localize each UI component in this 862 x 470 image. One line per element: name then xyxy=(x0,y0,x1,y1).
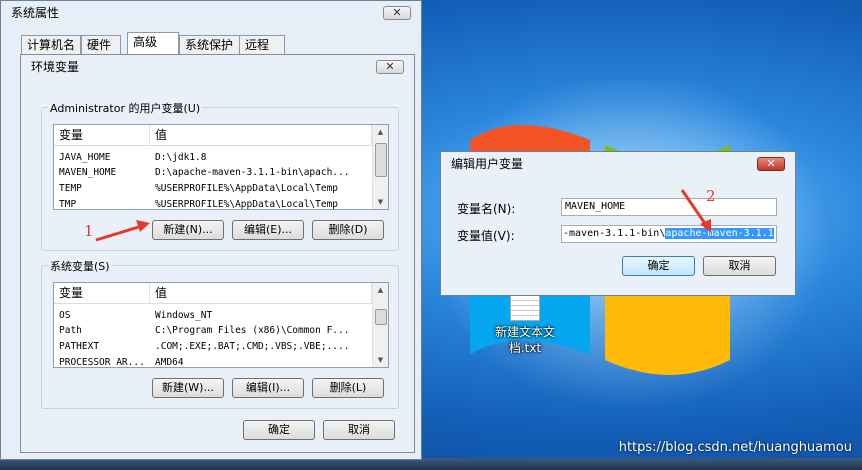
cancel-button[interactable]: 取消 xyxy=(703,256,776,276)
close-button[interactable]: ✕ xyxy=(383,6,411,20)
environment-variables-titlebar[interactable]: 环境变量 ✕ xyxy=(21,55,414,79)
cancel-button[interactable]: 取消 xyxy=(323,420,395,440)
variable-value-field[interactable]: -maven-3.1.1-bin\apache-maven-3.1.1 xyxy=(561,225,777,243)
vertical-scrollbar[interactable]: ▲ ▼ xyxy=(372,125,388,209)
edit-user-variable-titlebar[interactable]: 编辑用户变量 ✕ xyxy=(441,152,795,176)
tab-advanced[interactable]: 高级 xyxy=(127,32,179,54)
scroll-down-icon[interactable]: ▼ xyxy=(373,195,388,209)
var-name: MAVEN_HOME xyxy=(59,167,117,178)
var-value: Windows_NT xyxy=(155,310,213,321)
list-item[interactable]: PROCESSOR_AR... AMD64 xyxy=(54,355,388,368)
var-value: %USERPROFILE%\AppData\Local\Temp xyxy=(155,199,339,210)
user-variables-list[interactable]: 变量 值 JAVA_HOME D:\jdk1.8 MAVEN_HOME D:\a… xyxy=(53,124,389,210)
column-header-name[interactable]: 变量 xyxy=(54,125,150,145)
var-name: PROCESSOR_AR... xyxy=(59,357,145,368)
list-item[interactable]: MAVEN_HOME D:\apache-maven-3.1.1-bin\apa… xyxy=(54,165,388,180)
variable-value-label: 变量值(V): xyxy=(457,229,515,243)
annotation-number-2: 2 xyxy=(706,187,716,205)
list-item[interactable]: TMP %USERPROFILE%\AppData\Local\Temp xyxy=(54,197,388,210)
variable-name-field[interactable]: MAVEN_HOME xyxy=(561,198,777,216)
system-properties-titlebar[interactable]: 系统属性 ✕ xyxy=(1,1,421,25)
environment-variables-title: 环境变量 xyxy=(31,60,80,74)
var-value: C:\Program Files (x86)\Common F... xyxy=(155,325,350,336)
list-item[interactable]: JAVA_HOME D:\jdk1.8 xyxy=(54,150,388,165)
var-value: AMD64 xyxy=(155,357,184,368)
user-delete-button[interactable]: 删除(D) xyxy=(312,220,384,240)
system-delete-button[interactable]: 删除(L) xyxy=(312,378,384,398)
var-value: D:\jdk1.8 xyxy=(155,152,207,163)
vertical-scrollbar[interactable]: ▲ ▼ xyxy=(372,283,388,367)
system-variables-list[interactable]: 变量 值 OS Windows_NT Path C:\Program Files… xyxy=(53,282,389,368)
system-edit-button[interactable]: 编辑(I)... xyxy=(232,378,304,398)
annotation-number-1: 1 xyxy=(84,222,94,240)
scroll-down-icon[interactable]: ▼ xyxy=(373,353,388,367)
var-value: D:\apache-maven-3.1.1-bin\apach... xyxy=(155,167,350,178)
tab-system-protection[interactable]: 系统保护 xyxy=(179,35,241,54)
var-name: TMP xyxy=(59,199,77,210)
column-header-name[interactable]: 变量 xyxy=(54,283,150,303)
ok-button[interactable]: 确定 xyxy=(622,256,695,276)
environment-variables-window: 环境变量 ✕ Administrator 的用户变量(U) 变量 值 JAVA_… xyxy=(20,54,415,453)
scroll-thumb[interactable] xyxy=(375,309,387,325)
edit-user-variable-dialog: 编辑用户变量 ✕ 变量名(N): MAVEN_HOME 变量值(V): -mav… xyxy=(440,151,796,296)
list-header: 变量 值 xyxy=(54,283,388,304)
system-variables-group: 系统变量(S) 变量 值 OS Windows_NT Path C:\Progr… xyxy=(41,258,399,409)
system-new-button[interactable]: 新建(W)... xyxy=(152,378,224,398)
close-button[interactable]: ✕ xyxy=(376,60,404,74)
file-icon-label: 新建文本文 档.txt xyxy=(494,325,555,355)
var-name: Path xyxy=(59,325,82,336)
var-name: OS xyxy=(59,310,71,321)
user-variables-group: Administrator 的用户变量(U) 变量 值 JAVA_HOME D:… xyxy=(41,100,399,251)
list-item[interactable]: PATHEXT .COM;.EXE;.BAT;.CMD;.VBS;.VBE;..… xyxy=(54,339,388,354)
selected-text: apache-maven-3.1.1 xyxy=(665,228,774,239)
user-edit-button[interactable]: 编辑(E)... xyxy=(232,220,304,240)
list-item[interactable]: OS Windows_NT xyxy=(54,308,388,323)
system-variables-label: 系统变量(S) xyxy=(48,258,112,274)
var-name: TEMP xyxy=(59,183,82,194)
list-header: 变量 值 xyxy=(54,125,388,146)
var-value: %USERPROFILE%\AppData\Local\Temp xyxy=(155,183,339,194)
scroll-up-icon[interactable]: ▲ xyxy=(373,283,388,297)
tab-remote[interactable]: 远程 xyxy=(239,35,285,54)
tab-computer-name[interactable]: 计算机名 xyxy=(21,35,81,54)
tab-hardware[interactable]: 硬件 xyxy=(81,35,121,54)
edit-user-variable-title: 编辑用户变量 xyxy=(451,157,524,171)
value-text: -maven-3.1.1-bin\ xyxy=(563,228,666,239)
var-name: PATHEXT xyxy=(59,341,100,352)
watermark-text: https://blog.csdn.net/huanghuamou xyxy=(618,440,852,455)
scroll-thumb[interactable] xyxy=(375,143,387,177)
ok-button[interactable]: 确定 xyxy=(243,420,315,440)
column-header-value[interactable]: 值 xyxy=(150,283,372,303)
scroll-up-icon[interactable]: ▲ xyxy=(373,125,388,139)
column-header-value[interactable]: 值 xyxy=(150,125,372,145)
var-name: JAVA_HOME xyxy=(59,152,111,163)
variable-name-label: 变量名(N): xyxy=(457,202,516,216)
list-item[interactable]: TEMP %USERPROFILE%\AppData\Local\Temp xyxy=(54,181,388,196)
user-new-button[interactable]: 新建(N)... xyxy=(152,220,224,240)
var-value: .COM;.EXE;.BAT;.CMD;.VBS;.VBE;.... xyxy=(155,341,350,352)
list-item[interactable]: Path C:\Program Files (x86)\Common F... xyxy=(54,323,388,338)
close-button[interactable]: ✕ xyxy=(757,157,785,171)
system-properties-title: 系统属性 xyxy=(11,6,60,20)
user-variables-label: Administrator 的用户变量(U) xyxy=(48,100,203,116)
